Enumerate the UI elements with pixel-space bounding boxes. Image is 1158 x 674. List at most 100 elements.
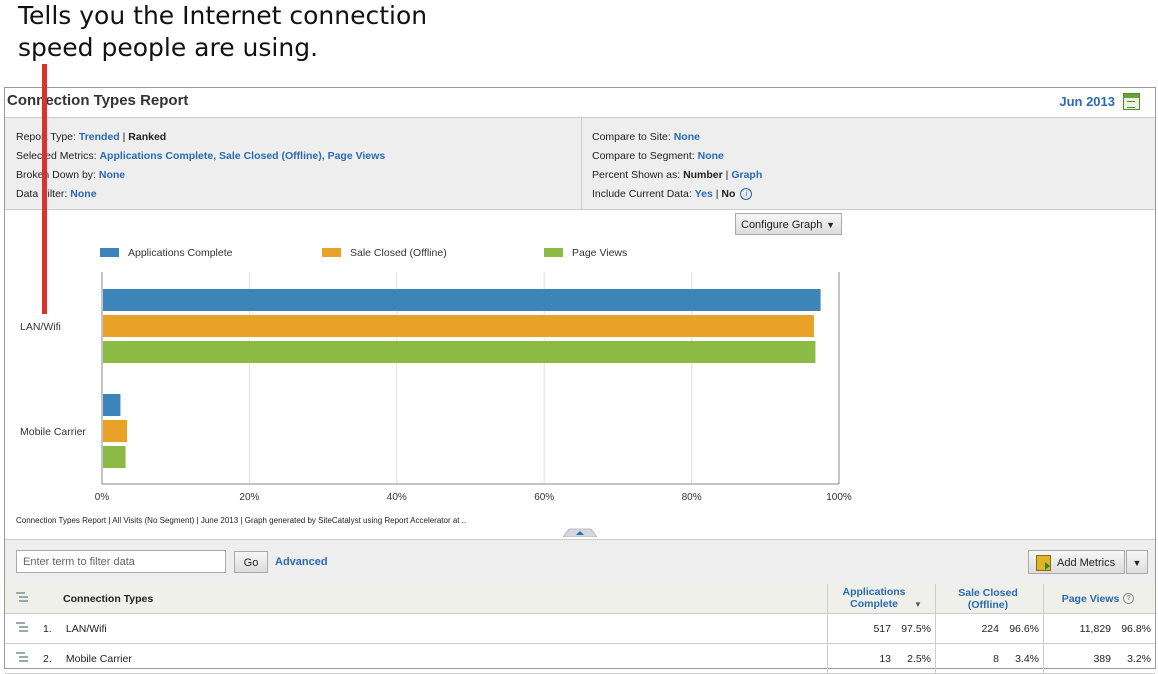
row-name[interactable]: LAN/Wifi: [66, 623, 107, 635]
row-breakdown-icon[interactable]: [5, 613, 37, 644]
filter-input[interactable]: [16, 550, 226, 573]
x-tick-label: 80%: [682, 492, 702, 503]
value: 11,829: [1079, 622, 1111, 635]
percent-row: Percent Shown as: Number | Graph: [592, 166, 762, 185]
help-icon[interactable]: ?: [1123, 593, 1135, 605]
header-connection-types[interactable]: Connection Types: [37, 584, 828, 614]
add-metrics-icon: [1036, 555, 1051, 571]
data-table: Connection Types Applications Complete ▼ …: [5, 584, 1155, 674]
metrics-link[interactable]: Applications Complete, Sale Closed (Offl…: [99, 150, 385, 162]
bar-mobile-carrier-0: [103, 394, 121, 416]
add-metrics-button[interactable]: Add Metrics: [1028, 550, 1125, 574]
separator: |: [122, 131, 126, 143]
header-applications-complete-label: Applications Complete: [842, 586, 906, 610]
callout-line-1: Tells you the Internet connection: [18, 1, 428, 30]
bar-lan-wifi-0: [103, 289, 821, 311]
x-tick-label: 40%: [387, 492, 407, 503]
row-name-cell: 2. Mobile Carrier: [37, 643, 828, 674]
bar-chart: Applications Complete Sale Closed (Offlin…: [20, 247, 852, 503]
report-title: Connection Types Report: [7, 92, 189, 109]
bar-lan-wifi-1: [103, 315, 814, 337]
row-m2: 8 3.4%: [935, 643, 1044, 674]
compare-site-link[interactable]: None: [674, 131, 700, 143]
legend-label: Page Views: [572, 247, 627, 259]
metrics-label: Selected Metrics:: [16, 150, 97, 162]
broken-down-label: Broken Down by:: [16, 169, 96, 181]
percent: 3.2%: [1127, 652, 1151, 665]
legend-swatch: [100, 248, 119, 257]
x-tick-label: 60%: [534, 492, 554, 503]
chart-caption: Connection Types Report | All Visits (No…: [16, 516, 467, 525]
sort-desc-icon: ▼: [914, 600, 922, 609]
header-page-views[interactable]: Page Views?: [1043, 584, 1155, 614]
broken-down-row: Broken Down by: None: [16, 166, 385, 185]
percent: 2.5%: [907, 652, 931, 665]
percent: 96.8%: [1121, 622, 1151, 635]
bar-mobile-carrier-2: [103, 446, 126, 468]
table-row[interactable]: 2. Mobile Carrier 13 2.5% 8 3.4% 389 3.2%: [5, 643, 1155, 674]
metrics-row: Selected Metrics: Applications Complete,…: [16, 147, 385, 166]
breakdown-header-icon[interactable]: [5, 584, 37, 614]
include-yes-link[interactable]: Yes: [695, 188, 713, 200]
category-label: LAN/Wifi: [20, 321, 61, 333]
callout-line-2: speed people are using.: [18, 33, 319, 62]
compare-site-row: Compare to Site: None: [592, 128, 762, 147]
calendar-icon[interactable]: [1123, 93, 1140, 110]
value: 13: [879, 652, 891, 665]
report-type-row: Report Type: Trended | Ranked: [16, 128, 385, 147]
category-label: Mobile Carrier: [20, 426, 86, 438]
go-button[interactable]: Go: [234, 551, 268, 573]
callout-pointer-line: [42, 64, 47, 314]
tree-icon: [16, 621, 26, 633]
report-type-ranked: Ranked: [128, 131, 167, 143]
x-tick-label: 0%: [95, 492, 110, 503]
percent: 97.5%: [901, 622, 931, 635]
percent-label: Percent Shown as:: [592, 169, 681, 181]
legend-label: Applications Complete: [128, 247, 233, 259]
configure-graph-button[interactable]: Configure Graph ▼: [735, 213, 842, 235]
header-sale-closed[interactable]: Sale Closed (Offline): [935, 584, 1044, 614]
row-m1: 517 97.5%: [827, 613, 936, 644]
header-applications-complete[interactable]: Applications Complete ▼: [827, 584, 936, 614]
x-tick-label: 20%: [239, 492, 259, 503]
collapse-chart-tab[interactable]: [563, 528, 597, 537]
data-filter-row: Data Filter: None: [16, 185, 385, 204]
data-filter-link[interactable]: None: [70, 188, 96, 200]
row-rank: 1.: [43, 622, 52, 635]
include-no: No: [721, 188, 736, 200]
row-m1: 13 2.5%: [827, 643, 936, 674]
table-row[interactable]: 1. LAN/Wifi 517 97.5% 224 96.6% 11,829 96.8…: [5, 613, 1155, 644]
date-selector[interactable]: Jun 2013: [1059, 94, 1115, 109]
row-rank: 2.: [43, 652, 52, 665]
add-metrics-label: Add Metrics: [1057, 557, 1116, 569]
include-current-label: Include Current Data:: [592, 188, 692, 200]
row-name-cell: 1. LAN/Wifi: [37, 613, 828, 644]
row-name[interactable]: Mobile Carrier: [66, 653, 132, 665]
value: 517: [873, 622, 891, 635]
legend-swatch: [544, 248, 563, 257]
table-header-row: Connection Types Applications Complete ▼ …: [5, 584, 1155, 614]
legend-label: Sale Closed (Offline): [350, 247, 447, 259]
percent: 3.4%: [1015, 652, 1039, 665]
row-breakdown-icon[interactable]: [5, 643, 37, 674]
row-m2: 224 96.6%: [935, 613, 1044, 644]
value: 389: [1093, 652, 1111, 665]
compare-segment-row: Compare to Segment: None: [592, 147, 762, 166]
configure-graph-label: Configure Graph: [741, 219, 823, 231]
compare-segment-label: Compare to Segment:: [592, 150, 695, 162]
x-tick-label: 100%: [826, 492, 852, 503]
compare-site-label: Compare to Site:: [592, 131, 671, 143]
chevron-down-icon: ▼: [826, 220, 835, 230]
advanced-link[interactable]: Advanced: [275, 556, 328, 568]
separator: |: [715, 188, 719, 200]
compare-segment-link[interactable]: None: [698, 150, 724, 162]
report-type-trended-link[interactable]: Trended: [79, 131, 120, 143]
info-icon[interactable]: i: [740, 188, 753, 201]
percent-graph-link[interactable]: Graph: [731, 169, 762, 181]
settings-divider: [581, 118, 582, 209]
broken-down-link[interactable]: None: [99, 169, 125, 181]
bar-lan-wifi-2: [103, 341, 816, 363]
row-m3: 11,829 96.8%: [1043, 613, 1155, 644]
report-settings: Report Type: Trended | Ranked Selected M…: [5, 117, 1155, 210]
add-metrics-dropdown[interactable]: ▼: [1126, 550, 1148, 574]
